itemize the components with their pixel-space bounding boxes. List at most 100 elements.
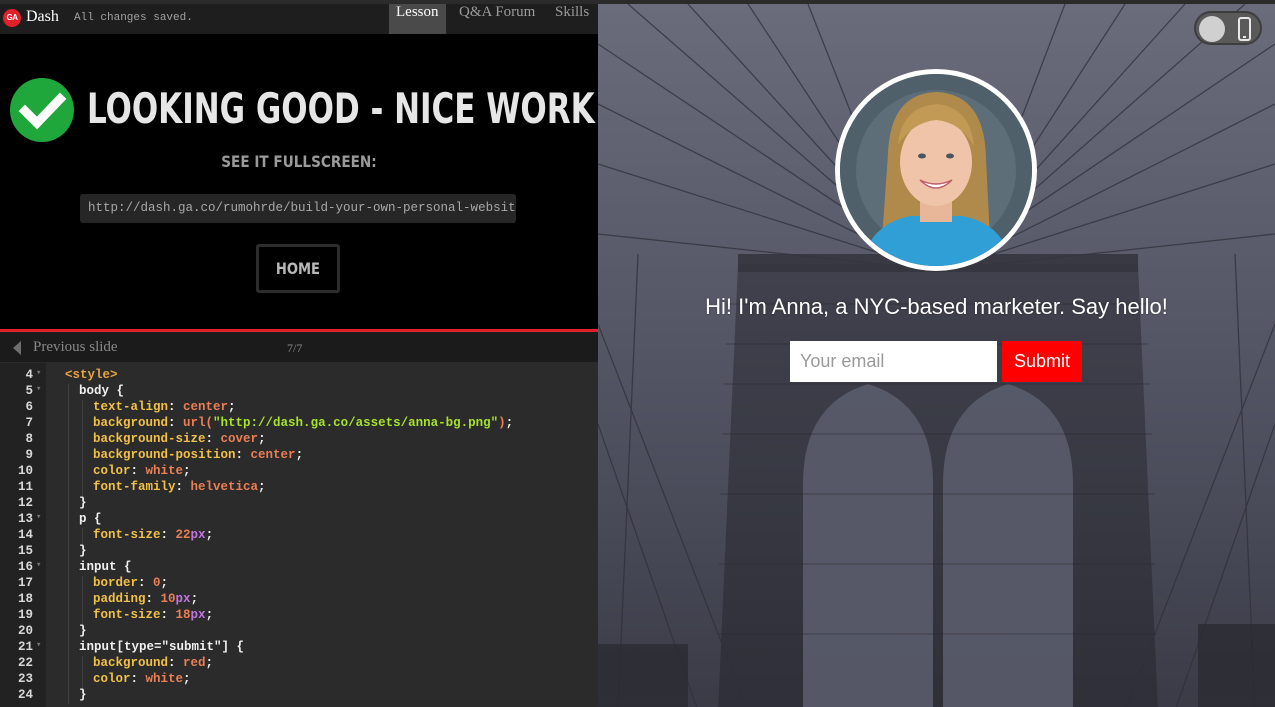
code-token: ; [505, 416, 514, 430]
indent-guide [68, 640, 69, 656]
indent-guide [68, 672, 69, 688]
brand-name[interactable]: Dash [26, 8, 59, 26]
intro-text: Hi! I'm Anna, a NYC-based marketer. Say … [705, 294, 1168, 319]
indent-guide [82, 400, 83, 416]
code-line[interactable]: 23 color: white; [0, 672, 598, 688]
code-token: background-position [93, 448, 236, 462]
fold-arrow-icon[interactable]: ▾ [36, 560, 41, 570]
code-token: background-size [93, 432, 206, 446]
code-token: white [145, 464, 184, 478]
code-token: text-align [93, 400, 169, 414]
fullscreen-url[interactable]: http://dash.ga.co/rumohrde/build-your-ow… [80, 194, 516, 223]
code-token: ; [183, 464, 191, 478]
code-line[interactable]: 5 ▾ body { [0, 384, 598, 400]
code-line[interactable]: 22 background: red; [0, 656, 598, 672]
indent-guide [68, 560, 69, 576]
code-text: text-align: center; [93, 400, 236, 414]
code-text: } [79, 688, 87, 702]
indent-guide [68, 464, 69, 480]
code-token: red [183, 656, 206, 670]
code-token: : [130, 464, 146, 478]
ga-logo[interactable]: GA [3, 9, 21, 27]
code-line[interactable]: 4 ▾ <style> [0, 368, 598, 384]
code-line[interactable]: 13 ▾ p { [0, 512, 598, 528]
tab-skills[interactable]: Skills [548, 4, 596, 34]
code-text: input { [79, 560, 132, 574]
home-button[interactable]: HOME [256, 244, 340, 293]
code-line[interactable]: 7 background: url("http://dash.ga.co/asse… [0, 416, 598, 432]
code-text: <title>Anna Bowith</title> [65, 363, 260, 366]
code-line[interactable]: 10 color: white; [0, 464, 598, 480]
indent-guide [82, 576, 83, 592]
code-text: p { [79, 512, 102, 526]
code-token: ; [258, 480, 266, 494]
fold-arrow-icon[interactable]: ▾ [36, 512, 41, 522]
code-token: white [145, 672, 184, 686]
fold-arrow-icon[interactable]: ▾ [36, 368, 41, 378]
indent-guide [82, 656, 83, 672]
code-line[interactable]: 20} [0, 624, 598, 640]
fold-arrow-icon[interactable]: ▾ [36, 384, 41, 394]
code-token: ) [498, 416, 506, 430]
indent-guide [68, 688, 69, 704]
code-line[interactable]: 6 text-align: center; [0, 400, 598, 416]
code-line[interactable]: 24} [0, 688, 598, 704]
lesson-pane: GA Dash All changes saved. Lesson Q&A Fo… [0, 0, 598, 707]
code-line[interactable]: 21 ▾ input[type="submit"] { [0, 640, 598, 656]
code-token: padding [93, 592, 146, 606]
code-line[interactable]: 11 font-family: helvetica; [0, 480, 598, 496]
tab-lesson[interactable]: Lesson [389, 4, 446, 34]
code-token: 10 [160, 592, 176, 606]
line-number: 16 [17, 560, 33, 574]
code-token: ; [183, 672, 191, 686]
code-token: : [160, 608, 176, 622]
code-token: ; [295, 448, 304, 462]
code-token: center [250, 448, 296, 462]
toggle-knob[interactable] [1199, 16, 1225, 42]
email-field[interactable] [790, 341, 997, 382]
device-toggle[interactable] [1194, 11, 1262, 45]
code-line[interactable]: 18 padding: 10px; [0, 592, 598, 608]
chevron-left-icon[interactable] [13, 341, 21, 355]
indent-guide [68, 400, 69, 416]
code-line[interactable]: 12} [0, 496, 598, 512]
indent-guide [68, 384, 69, 400]
tab-qa-forum[interactable]: Q&A Forum [452, 4, 542, 34]
code-token: </title> [200, 363, 260, 366]
code-line[interactable]: 16 ▾ input { [0, 560, 598, 576]
code-token: body { [79, 384, 125, 398]
code-line[interactable]: 15} [0, 544, 598, 560]
success-headline: LOOKING GOOD - NICE WORK! [87, 84, 598, 133]
indent-guide [82, 480, 83, 496]
code-token: ; [160, 576, 169, 590]
code-token: : [168, 400, 184, 414]
code-token: : [175, 480, 191, 494]
code-text: background: url("http://dash.ga.co/asset… [93, 416, 513, 430]
indent-guide [68, 544, 69, 560]
code-token: border [93, 576, 139, 590]
fold-arrow-icon[interactable]: ▾ [36, 640, 41, 650]
indent-guide [68, 592, 69, 608]
submit-button[interactable]: Submit [1002, 341, 1082, 382]
code-line[interactable]: 14 font-size: 22px; [0, 528, 598, 544]
code-token: : [160, 528, 176, 542]
line-number: 15 [17, 544, 33, 558]
code-line[interactable]: 9 background-position: center; [0, 448, 598, 464]
indent-guide [68, 576, 69, 592]
preview-pane: Hi! I'm Anna, a NYC-based marketer. Say … [598, 0, 1275, 707]
indent-guide [68, 480, 69, 496]
code-line[interactable]: 17 border: 0; [0, 576, 598, 592]
code-text: background-position: center; [93, 448, 303, 462]
phone-icon[interactable] [1238, 17, 1251, 41]
code-lines: 3<title>Anna Bowith</title>4▾<style>5▾bo… [0, 363, 598, 704]
code-line[interactable]: 19 font-size: 18px; [0, 608, 598, 624]
code-line[interactable]: 8 background-size: cover; [0, 432, 598, 448]
code-editor[interactable]: 3<title>Anna Bowith</title>4▾<style>5▾bo… [0, 363, 598, 707]
code-text: color: white; [93, 464, 191, 478]
line-number: 3 [0, 363, 33, 366]
code-token: : [138, 576, 154, 590]
code-text: color: white; [93, 672, 191, 686]
indent-guide [82, 608, 83, 624]
code-token: : [130, 672, 146, 686]
previous-slide-link[interactable]: Previous slide [33, 339, 118, 356]
